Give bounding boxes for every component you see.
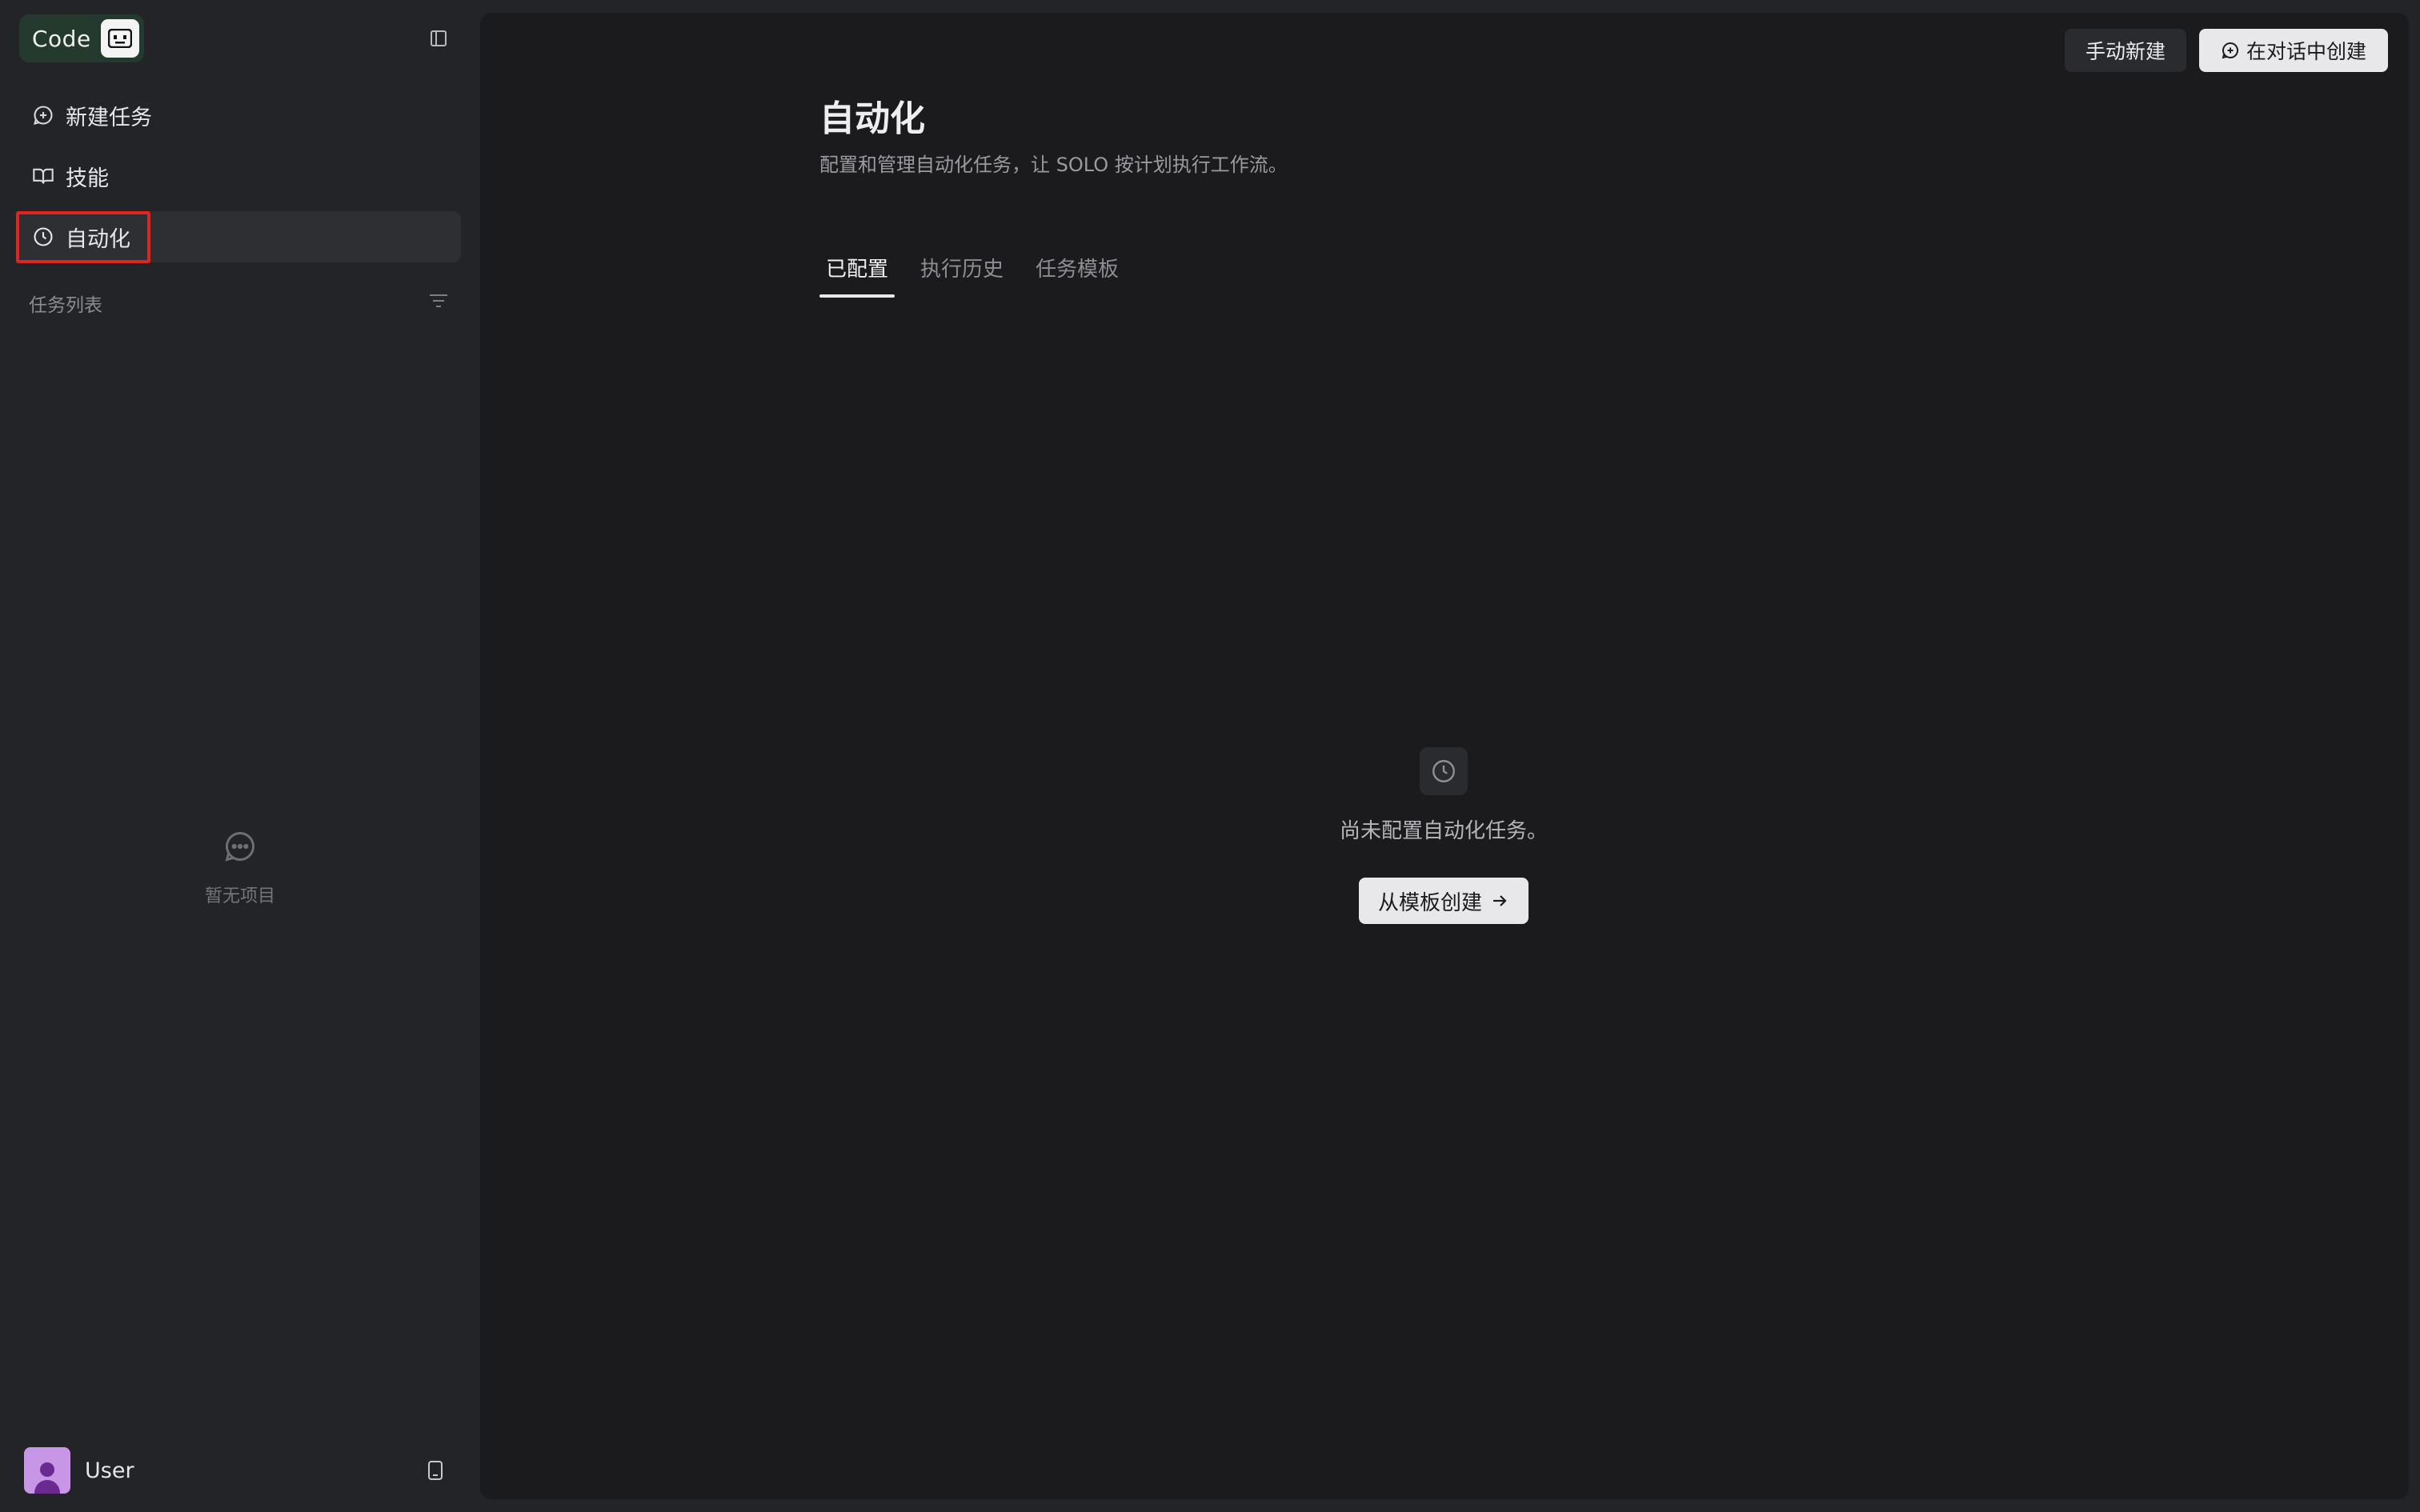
sidebar-item-label: 技能 (66, 166, 109, 191)
app-window: Code 新建任务 技能 自动化 任务列表 暂无项目 User 手动新建 在对话… (0, 0, 2420, 1512)
avatar (24, 1447, 70, 1494)
chat-plus-icon (2221, 41, 2240, 60)
sidebar-item-skills[interactable]: 技能 (16, 150, 461, 202)
manual-create-button[interactable]: 手动新建 (2065, 29, 2186, 72)
sidebar-item-new-task[interactable]: 新建任务 (16, 90, 461, 141)
clock-icon (27, 221, 59, 253)
chat-create-label: 在对话中创建 (2246, 40, 2366, 63)
robot-icon (101, 19, 139, 58)
new-task-icon (27, 99, 59, 131)
device-icon[interactable] (421, 1456, 450, 1485)
chat-bubble-icon (222, 829, 258, 867)
task-list-title: 任务列表 (29, 295, 102, 316)
logo-text: Code (32, 25, 91, 52)
sidebar-item-label: 新建任务 (66, 105, 152, 130)
app-logo[interactable]: Code (19, 14, 144, 62)
tab-history[interactable]: 执行历史 (914, 242, 1010, 302)
user-profile[interactable]: User (24, 1446, 456, 1494)
page-subtitle: 配置和管理自动化任务，让 SOLO 按计划执行工作流。 (819, 154, 1288, 176)
tab-configured[interactable]: 已配置 (819, 242, 895, 302)
username: User (85, 1458, 134, 1483)
tab-templates[interactable]: 任务模板 (1029, 242, 1125, 302)
chat-create-button[interactable]: 在对话中创建 (2199, 29, 2388, 72)
arrow-right-icon (1490, 891, 1509, 910)
filter-icon[interactable] (424, 286, 453, 315)
task-list-empty-state: 暂无项目 (160, 829, 320, 907)
template-button-label: 从模板创建 (1377, 890, 1482, 915)
automation-empty-state: 尚未配置自动化任务。 从模板创建 (1284, 747, 1604, 924)
sidebar: Code 新建任务 技能 自动化 任务列表 暂无项目 User (0, 0, 480, 1512)
sidebar-item-label: 自动化 (66, 226, 130, 252)
main-panel: 手动新建 在对话中创建 自动化 配置和管理自动化任务，让 SOLO 按计划执行工… (480, 13, 2409, 1499)
clock-icon (1420, 747, 1468, 795)
empty-text: 尚未配置自动化任务。 (1339, 819, 1548, 843)
create-from-template-button[interactable]: 从模板创建 (1359, 878, 1529, 924)
sidebar-toggle-icon[interactable] (424, 24, 453, 53)
book-icon (27, 160, 59, 192)
sidebar-item-automation[interactable]: 自动化 (16, 211, 461, 262)
empty-text: 暂无项目 (204, 886, 275, 906)
page-title: 自动化 (819, 98, 925, 139)
tab-bar: 已配置 执行历史 任务模板 (819, 242, 1144, 302)
